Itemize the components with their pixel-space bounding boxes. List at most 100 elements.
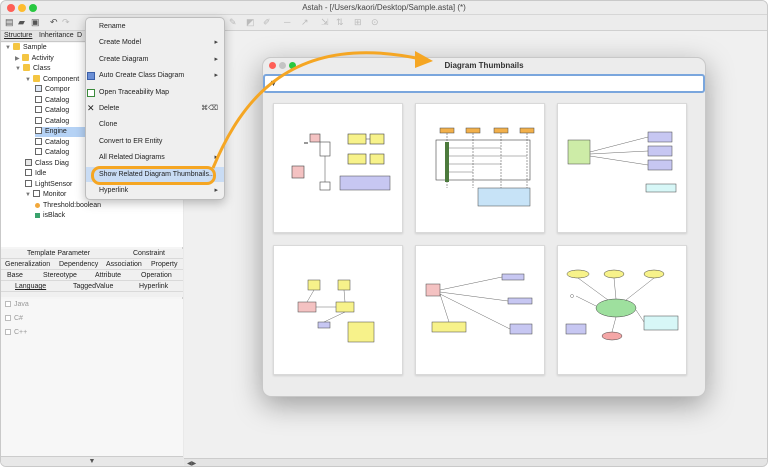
menu-item-delete[interactable]: ✕ Delete ⌘⌫	[86, 101, 224, 116]
tree-node[interactable]: LightSensor	[25, 179, 72, 190]
component-icon	[35, 85, 42, 92]
tree-node-label: Monitor	[42, 191, 67, 198]
arrow-style-icon[interactable]: ↗	[301, 18, 310, 27]
distribute-icon[interactable]: ⇅	[336, 18, 345, 27]
tab-attribute[interactable]: Attribute	[95, 272, 121, 279]
new-file-icon[interactable]: ▤	[5, 18, 14, 27]
tab-stereotype[interactable]: Stereotype	[43, 272, 77, 279]
diagram-thumbnail[interactable]	[557, 103, 687, 233]
tree-node-label: Engine	[45, 128, 67, 135]
delete-icon: ✕	[87, 103, 95, 113]
tree-node[interactable]: ▼ Sample	[5, 43, 47, 53]
traceability-icon	[87, 88, 95, 97]
layer-icon[interactable]: ⊞	[354, 18, 363, 27]
tree-node[interactable]: Catalog	[35, 106, 69, 116]
diagram-thumbnail[interactable]	[415, 103, 545, 233]
tree-node[interactable]: Threshold:boolean	[35, 201, 101, 211]
tree-node[interactable]: ▼ Monitor	[25, 190, 66, 200]
tree-node[interactable]: Catalog	[35, 148, 69, 158]
tab-base[interactable]: Base	[7, 272, 23, 279]
tab-dependency[interactable]: Dependency	[59, 261, 98, 268]
expand-down-icon[interactable]: ▼	[15, 66, 21, 72]
tree-node[interactable]: Catalog	[35, 95, 69, 106]
tree-node[interactable]: Class Diag	[25, 158, 69, 169]
tab-language[interactable]: Language	[15, 283, 46, 290]
diagram-thumbnail[interactable]	[273, 245, 403, 375]
app-window: Astah - [/Users/kaori/Desktop/Sample.ast…	[0, 0, 768, 467]
tree-node[interactable]: isBlack	[35, 211, 65, 221]
diagram-thumbnail[interactable]	[557, 245, 687, 375]
tree-node[interactable]: ▶ Activity	[15, 53, 54, 64]
tree-node-label: Component	[42, 75, 80, 83]
pen-tool-icon[interactable]: ✎	[229, 18, 238, 27]
class-icon	[35, 116, 42, 124]
diagram-thumbnail[interactable]	[415, 245, 545, 375]
tree-node-label: Class	[32, 65, 51, 72]
save-icon[interactable]: ▣	[31, 18, 40, 27]
language-cpp-checkbox[interactable]: C++	[5, 329, 27, 336]
menu-item-auto-create-class-diagram[interactable]: Auto Create Class Diagram ▸	[86, 68, 224, 83]
expand-down-icon[interactable]: ▼	[25, 192, 31, 198]
tree-node[interactable]: Idle	[25, 169, 46, 179]
tab-constraint[interactable]: Constraint	[133, 250, 165, 257]
menu-item-label: Open Traceability Map	[99, 88, 170, 96]
property-tabs: Template Parameter Constraint Generaliza…	[1, 249, 183, 297]
tab-hyperlink[interactable]: Hyperlink	[139, 283, 168, 290]
tab-other[interactable]: D	[77, 32, 82, 39]
tab-inheritance[interactable]: Inheritance	[39, 32, 74, 39]
fill-color-icon[interactable]: ◩	[246, 18, 255, 27]
tab-generalization[interactable]: Generalization	[5, 261, 50, 268]
menu-item-label: Auto Create Class Diagram	[99, 72, 185, 80]
tree-node[interactable]: Engine	[35, 127, 85, 137]
tree-node[interactable]: Catalog	[35, 137, 70, 148]
tree-node[interactable]: ▼ Class	[15, 64, 50, 74]
line-color-icon[interactable]: ✐	[263, 18, 272, 27]
open-folder-icon[interactable]: ▰	[18, 18, 27, 27]
class-icon	[35, 148, 42, 155]
undo-icon[interactable]: ↶	[50, 18, 59, 27]
language-java-checkbox[interactable]: Java	[5, 301, 29, 308]
expand-down-icon[interactable]: ▼	[5, 45, 11, 51]
align-icon[interactable]: ⇲	[321, 18, 330, 27]
menu-item-all-related-diagrams[interactable]: All Related Diagrams ▸	[86, 150, 224, 165]
tree-node[interactable]: ▼ Component	[25, 74, 80, 85]
menu-item-create-diagram[interactable]: Create Diagram ▸	[86, 52, 224, 67]
language-list: Java C# C++	[1, 299, 183, 459]
tree-node-label: Catalog	[45, 117, 70, 125]
menu-item-clone[interactable]: Clone	[86, 117, 224, 132]
tree-node[interactable]: Catalog	[35, 116, 70, 127]
folder-icon	[12, 43, 20, 50]
dialog-title-bar: Diagram Thumbnails	[263, 58, 705, 74]
redo-icon[interactable]: ↷	[62, 18, 71, 27]
tab-tagged-value[interactable]: TaggedValue	[73, 283, 113, 290]
tab-template-parameter[interactable]: Template Parameter	[27, 250, 90, 257]
tree-node-label: Compor	[45, 86, 70, 93]
tab-operation[interactable]: Operation	[141, 272, 172, 279]
diagram-thumbnail[interactable]	[273, 103, 403, 233]
menu-item-create-model[interactable]: Create Model ▸	[86, 35, 224, 50]
menu-item-rename[interactable]: Rename	[86, 19, 224, 34]
filter-icon: ▼	[269, 78, 278, 88]
expand-right-icon[interactable]: ▶	[15, 56, 20, 62]
tab-property[interactable]: Property	[151, 261, 177, 268]
collapse-arrows-icon[interactable]: ◀▶	[187, 460, 196, 466]
menu-item-label: Delete	[99, 105, 120, 112]
language-csharp-checkbox[interactable]: C#	[5, 315, 23, 322]
menu-item-open-traceability-map[interactable]: Open Traceability Map	[86, 85, 224, 100]
tab-structure[interactable]: Structure	[4, 32, 32, 39]
menu-item-convert-to-er-entity[interactable]: Convert to ER Entity	[86, 134, 224, 149]
title-bar: Astah - [/Users/kaori/Desktop/Sample.ast…	[1, 1, 767, 15]
menu-item-label: Hyperlink	[99, 187, 129, 194]
filter-input[interactable]: ▼	[263, 74, 705, 93]
menu-item-hyperlink[interactable]: Hyperlink ▸	[86, 183, 224, 198]
thumbnail-grid	[273, 103, 697, 388]
expand-down-icon[interactable]: ▼	[25, 77, 31, 83]
tree-node-label: Catalog	[45, 138, 70, 146]
diagram-thumbnails-dialog: Diagram Thumbnails ▼	[262, 57, 706, 397]
line-style-icon[interactable]: ─	[284, 18, 293, 27]
tree-node[interactable]: Compor	[35, 85, 70, 95]
scroll-down-button[interactable]: ▼	[1, 456, 183, 466]
tab-association[interactable]: Association	[106, 261, 142, 268]
settings-icon[interactable]: ⊙	[371, 18, 380, 27]
menu-item-label: Clone	[99, 121, 118, 129]
